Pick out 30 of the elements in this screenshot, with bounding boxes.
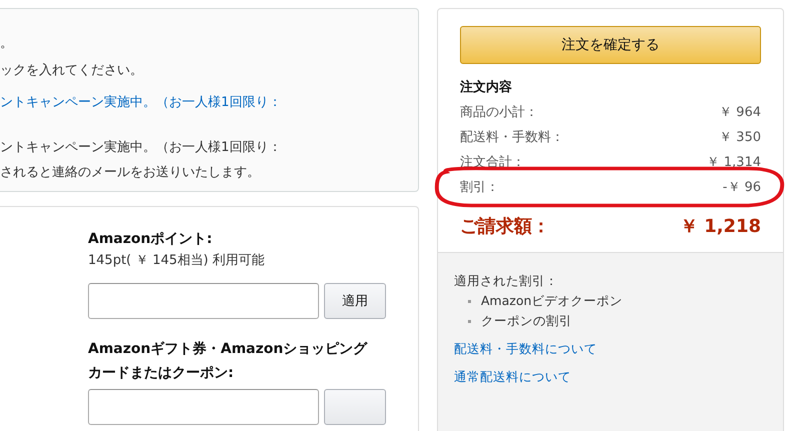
summary-value: ￥ 1,314 (706, 154, 761, 172)
discount-item: クーポンの割引 (481, 312, 572, 330)
bullet-icon (468, 300, 471, 302)
notice-text: ントキャンペーン実施中。（お一人様1回限り： (0, 139, 282, 157)
total-label: ご請求額： (460, 215, 550, 238)
points-available-text: 145pt( ￥ 145相当) 利用可能 (88, 252, 266, 270)
place-order-button[interactable]: 注文を確定する (460, 26, 761, 64)
notice-text: 。 (0, 35, 13, 53)
section-title: Amazonギフト券・Amazonショッピングカードまたはクーポン: (88, 340, 368, 383)
section-title: Amazonポイント: (88, 230, 214, 249)
summary-value: -￥ 96 (722, 179, 761, 197)
apply-button[interactable]: 適用 (324, 283, 386, 319)
summary-value: ￥ 350 (719, 129, 761, 147)
applied-discounts-label: 適用された割引： (454, 272, 559, 290)
notice-text: ックを入れてください。 (0, 62, 143, 80)
bullet-icon (468, 320, 471, 322)
notice-text: されると連絡のメールをお送りいたします。 (0, 164, 260, 182)
input-field[interactable] (88, 283, 319, 319)
order-summary-heading: 注文内容 (460, 78, 513, 97)
discount-item: Amazonビデオクーポン (481, 292, 623, 310)
summary-label: 商品の小計： (460, 104, 538, 122)
summary-label: 配送料・手数料： (460, 129, 564, 147)
total-value: ￥ 1,218 (680, 215, 761, 238)
campaign-link[interactable]: ントキャンペーン実施中。（お一人様1回限り： (0, 94, 282, 112)
apply-button[interactable] (324, 389, 386, 425)
summary-value: ￥ 964 (719, 104, 761, 122)
info-link[interactable]: 通常配送料について (454, 367, 571, 387)
info-link[interactable]: 配送料・手数料について (454, 339, 597, 359)
input-field[interactable] (88, 389, 319, 425)
summary-label: 割引： (460, 179, 499, 197)
